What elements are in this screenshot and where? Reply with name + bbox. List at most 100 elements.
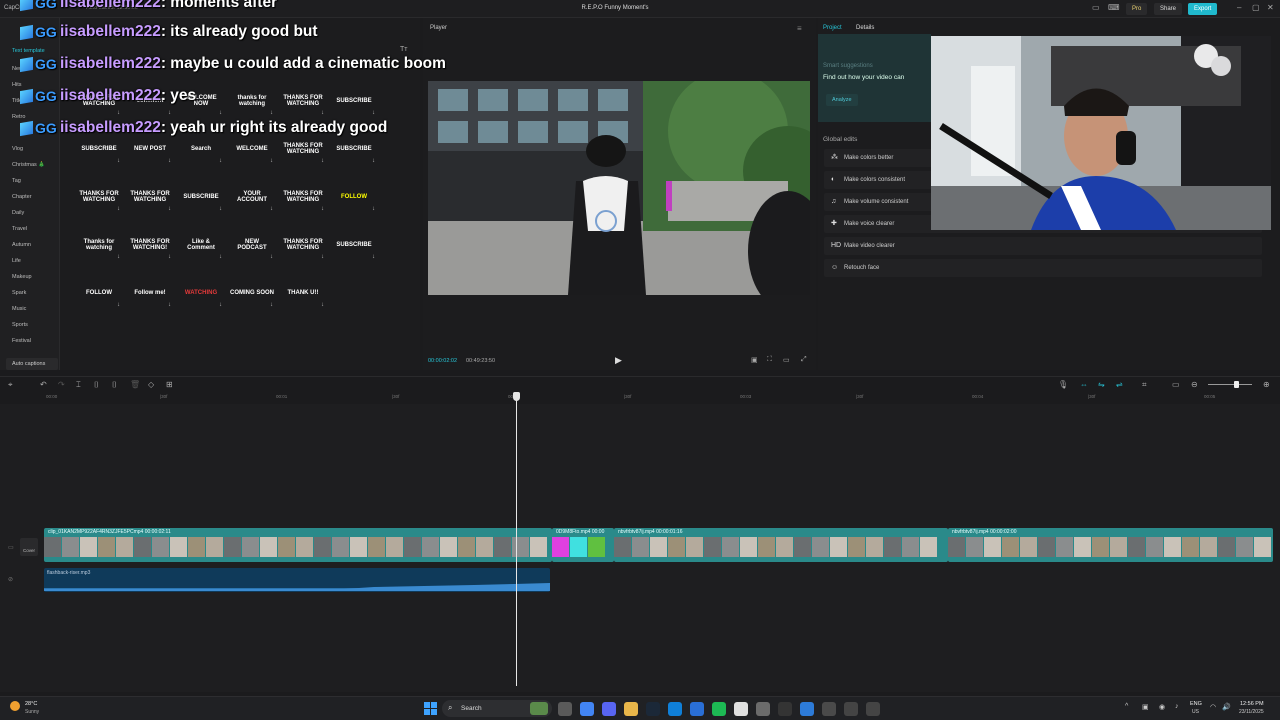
global-edit-item[interactable]: ☺ Retouch face [824,259,1262,277]
sidebar-item-tag[interactable]: Tag [12,178,21,184]
microphone-icon[interactable]: 🎙 [1058,380,1068,389]
volume-icon[interactable]: 🔊 [1222,703,1231,711]
download-icon[interactable]: ↓ [117,254,120,260]
terminal-icon[interactable] [844,702,858,716]
snap-icon[interactable]: ⇋ [1098,380,1105,389]
text-template-item[interactable]: SUBSCRIBE [332,86,376,116]
download-icon[interactable]: ↓ [372,158,375,164]
zoom-slider[interactable] [1208,384,1252,385]
weather-icon[interactable] [10,701,20,711]
text-template-item[interactable]: SUBSCRIBE [332,230,376,260]
vscode-icon[interactable] [690,702,704,716]
sidebar-item-travel[interactable]: Travel [12,226,27,232]
split-left-icon[interactable]: ⌷ [94,380,99,390]
app2-icon[interactable] [866,702,880,716]
tab-details[interactable]: Details [856,25,874,31]
playhead[interactable] [516,392,517,686]
track-lock-icon[interactable]: ▭ [8,544,14,551]
fullscreen-icon[interactable]: ⤢ [801,356,807,364]
auto-captions-button[interactable]: Auto captions [6,358,58,370]
download-icon[interactable]: ↓ [321,206,324,212]
file-manager-icon[interactable] [558,702,572,716]
download-icon[interactable]: ↓ [117,302,120,308]
player-menu-icon[interactable]: ≡ [797,24,802,33]
download-icon[interactable]: ↓ [219,302,222,308]
crop-tool-icon[interactable]: ⊞ [166,380,173,389]
text-template-item[interactable]: NEW PODCAST [230,230,274,260]
sidebar-item-vlog[interactable]: Vlog [12,146,23,152]
split-right-icon[interactable]: ⌷ [112,380,117,390]
fit-timeline-icon[interactable]: ▭ [1172,380,1180,389]
chrome-icon[interactable] [580,702,594,716]
text-template-item[interactable]: COMING SOON [230,278,274,308]
sidebar-item-daily[interactable]: Daily [12,210,24,216]
zoom-in-icon[interactable]: ⊕ [1263,380,1270,389]
audio-track-icon[interactable]: ⊘ [8,576,13,583]
text-template-item[interactable]: THANKS FOR WATCHING! [128,230,172,260]
sidebar-item-christmas[interactable]: Christmas 🎄 [12,162,45,168]
tray-app-icon[interactable]: ▣ [1142,703,1149,711]
minimize-icon[interactable]: – [1237,3,1241,12]
preview-axis-icon[interactable]: ⌗ [1142,380,1147,390]
fit-icon[interactable]: ▣ [751,356,758,364]
pro-button[interactable]: Pro [1126,3,1148,15]
download-icon[interactable]: ↓ [321,302,324,308]
share-button[interactable]: Share [1154,3,1183,15]
shortcuts-icon[interactable]: ⌨ [1108,3,1120,12]
crop-icon[interactable]: ⛶ [767,356,772,364]
taskbar-search[interactable]: ⌕ Search [442,700,552,717]
sidebar-item-festival[interactable]: Festival [12,338,31,344]
text-template-item[interactable]: Like & Comment [179,230,223,260]
redo-icon[interactable]: ↷ [58,380,65,389]
split-icon[interactable]: ⌶ [76,380,81,390]
text-template-item[interactable]: Thanks for watching [77,230,121,260]
tab-project[interactable]: Project [823,25,842,31]
spotify-icon[interactable] [712,702,726,716]
sidebar-item-sports[interactable]: Sports [12,322,28,328]
playhead-handle[interactable] [513,392,520,401]
download-icon[interactable]: ↓ [168,302,171,308]
sidebar-item-music[interactable]: Music [12,306,26,312]
export-button[interactable]: Export [1188,3,1218,15]
maximize-icon[interactable]: ▢ [1252,3,1260,12]
text-template-item[interactable]: thanks for watching [230,86,274,116]
layout-icon[interactable]: ▭ [1092,3,1100,12]
discord-icon[interactable] [602,702,616,716]
text-template-item[interactable]: THANK U!! [281,278,325,308]
link-icon[interactable]: ⇔ [1080,380,1088,389]
download-icon[interactable]: ↓ [270,206,273,212]
store-icon[interactable] [822,702,836,716]
download-icon[interactable]: ↓ [270,158,273,164]
download-icon[interactable]: ↓ [168,158,171,164]
video-clip[interactable]: nbvfrbtv87ij.mp4 00:00:01:16 [614,528,948,562]
timeline-ruler[interactable]: 00:00|30f00:01|30f00:02|30f00:03|30f00:0… [0,392,1280,404]
download-icon[interactable]: ↓ [168,254,171,260]
clock-time[interactable]: 12:56 PM [1240,701,1264,707]
download-icon[interactable]: ↓ [270,302,273,308]
text-template-item[interactable]: SUBSCRIBE [179,182,223,212]
sidebar-item-chapter[interactable]: Chapter [12,194,32,200]
obs-icon[interactable] [778,702,792,716]
sidebar-item-spark[interactable]: Spark [12,290,26,296]
zoom-out-icon[interactable]: ⊖ [1191,380,1198,389]
magnet-icon[interactable]: ⇌ [1116,380,1123,389]
close-icon[interactable]: ✕ [1267,3,1274,12]
download-icon[interactable]: ↓ [270,110,273,116]
download-icon[interactable]: ↓ [117,206,120,212]
download-icon[interactable]: ↓ [219,206,222,212]
steam-icon[interactable] [646,702,660,716]
download-icon[interactable]: ↓ [372,206,375,212]
text-template-item[interactable]: THANKS FOR WATCHING [281,182,325,212]
video-clip[interactable]: nbvfrbtv87ij.mp4 00:00:02:00 [948,528,1273,562]
text-template-item[interactable]: Follow me! [128,278,172,308]
video-clip[interactable]: clip_01KAN2MP922AF4RN3ZJFE5PCmp4 00:00:0… [44,528,552,562]
video-preview[interactable] [428,81,810,295]
audio-clip[interactable]: flashback-riser.mp3 [44,568,550,592]
folder-icon[interactable] [624,702,638,716]
lang-indicator[interactable]: ENG [1190,701,1202,707]
cover-button[interactable]: Cover [20,538,38,556]
text-template-item[interactable]: THANKS FOR WATCHING [281,86,325,116]
ratio-icon[interactable]: ▭ [783,356,790,364]
global-edit-item[interactable]: HD Make video clearer [824,237,1262,255]
download-icon[interactable]: ↓ [219,254,222,260]
